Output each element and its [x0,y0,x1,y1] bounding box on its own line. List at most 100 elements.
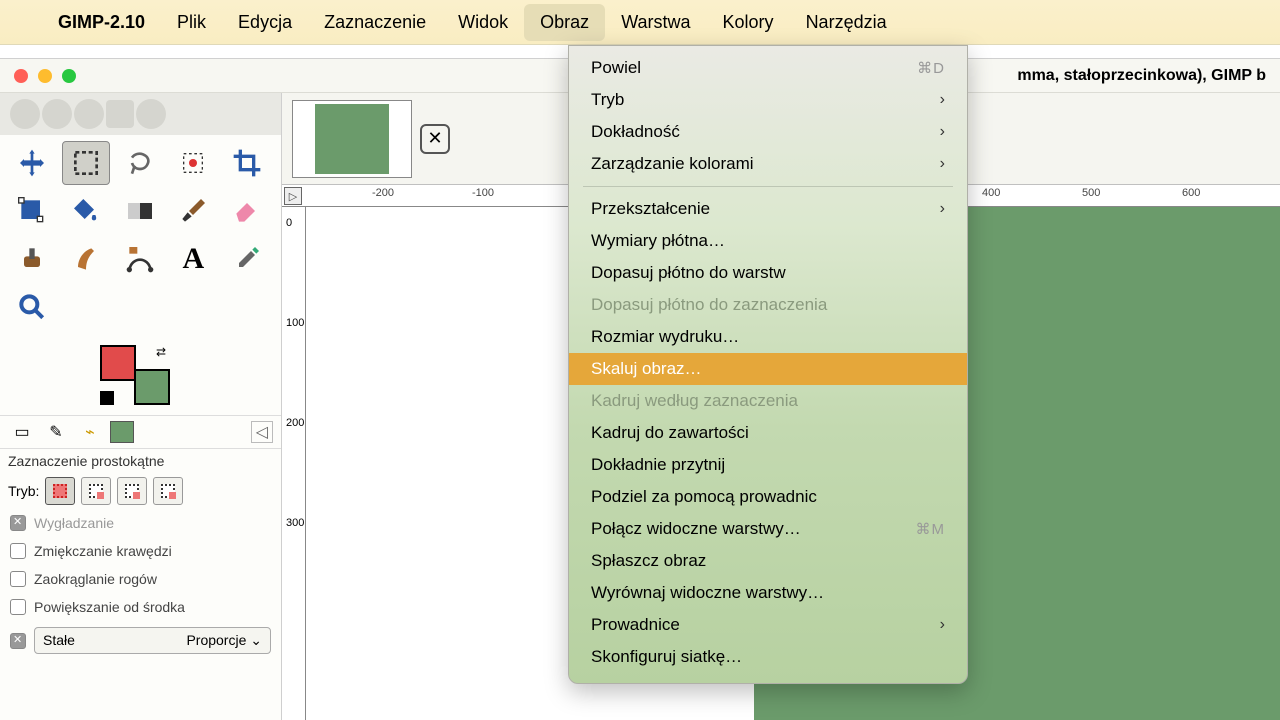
menu-item-dokladnosc[interactable]: Dokładność› [569,116,967,148]
chevron-right-icon: › [940,155,945,173]
menu-item-kadruj-zawartosci[interactable]: Kadruj do zawartości [569,417,967,449]
menu-kolory[interactable]: Kolory [707,4,790,41]
image-tab-thumbnail[interactable] [292,100,412,178]
tool-transform[interactable] [8,189,56,233]
tool-fuzzy-select[interactable] [169,141,217,185]
ruler-tick: 500 [1082,187,1100,199]
menu-widok[interactable]: Widok [442,4,524,41]
menu-edycja[interactable]: Edycja [222,4,308,41]
rounded-checkbox-row: Zaokrąglanie rogów [0,565,281,593]
feather-checkbox-row: Zmiękczanie krawędzi [0,537,281,565]
menu-item-dopasuj-plotno-warstw[interactable]: Dopasuj płótno do warstw [569,257,967,289]
vertical-ruler[interactable]: 0 100 200 300 [282,207,306,720]
aspect-select[interactable]: Stałe Proporcje ⌄ [34,627,271,654]
header-shape-icon [74,99,104,129]
minimize-window-button[interactable] [38,69,52,83]
menu-item-zarzadzanie-kolorami[interactable]: Zarządzanie kolorami› [569,148,967,180]
header-shape-icon [10,99,40,129]
color-swatches[interactable]: ⇄ [100,345,170,405]
tool-zoom[interactable] [8,285,56,329]
header-shape-icon [136,99,166,129]
menu-item-powiel[interactable]: Powiel⌘D [569,52,967,84]
expand-checkbox[interactable] [10,599,26,615]
menu-item-wymiary-plotna[interactable]: Wymiary płótna… [569,225,967,257]
menu-item-tryb[interactable]: Tryb› [569,84,967,116]
tool-options-title: Zaznaczenie prostokątne [0,448,281,473]
tool-gradient[interactable] [116,189,164,233]
ruler-origin-icon[interactable]: ▷ [284,187,302,205]
menu-item-splaszcz-obraz[interactable]: Spłaszcz obraz [569,545,967,577]
brush-icon[interactable]: ✎ [42,420,70,444]
tool-rect-select[interactable] [62,141,110,185]
menu-item-dopasuj-plotno-zaznaczenia: Dopasuj płótno do zaznaczenia [569,289,967,321]
antialias-checkbox-row: Wygładzanie [0,509,281,537]
header-shape-icon [106,100,134,128]
menu-zaznaczenie[interactable]: Zaznaczenie [308,4,442,41]
menu-item-wyrownaj-warstwy[interactable]: Wyrównaj widoczne warstwy… [569,577,967,609]
mode-replace-button[interactable] [45,477,75,505]
window-title-right: mma, stałoprzecinkowa), GIMP b [1017,67,1266,85]
header-shape-icon [42,99,72,129]
fixed-checkbox[interactable] [10,633,26,649]
tool-color-picker[interactable] [223,237,271,281]
antialias-label: Wygładzanie [34,515,114,531]
feather-checkbox[interactable] [10,543,26,559]
fixed-aspect-row: Stałe Proporcje ⌄ [0,621,281,660]
chevron-right-icon: › [940,123,945,141]
rounded-label: Zaokrąglanie rogów [34,571,157,587]
default-colors-icon[interactable] [100,391,114,405]
foreground-color-swatch[interactable] [100,345,136,381]
panel-collapse-icon[interactable]: ◁ [251,421,273,443]
tool-paintbrush[interactable] [169,189,217,233]
toolbox-header [0,93,281,135]
tool-path[interactable] [116,237,164,281]
ruler-tick: -200 [372,187,394,199]
chevron-right-icon: › [940,91,945,109]
pattern-icon[interactable]: ⌁ [76,420,104,444]
ruler-tick: 300 [286,517,304,529]
ruler-tick: 600 [1182,187,1200,199]
tool-text[interactable]: A [169,237,217,281]
ruler-tick: -100 [472,187,494,199]
tool-bucket-fill[interactable] [62,189,110,233]
mode-add-button[interactable] [81,477,111,505]
toolbox-panel: A ⇄ ▭ ✎ ⌁ ◁ Zaznaczenie prostokątne Tryb… [0,93,282,720]
tool-eraser[interactable] [223,189,271,233]
menu-item-polacz-warstwy[interactable]: Połącz widoczne warstwy…⌘M [569,513,967,545]
background-color-swatch[interactable] [134,369,170,405]
tool-clone[interactable] [8,237,56,281]
close-tab-icon[interactable]: ✕ [420,124,450,154]
menu-item-prowadnice[interactable]: Prowadnice› [569,609,967,641]
menu-item-podziel-prowadnic[interactable]: Podziel za pomocą prowadnic [569,481,967,513]
mode-subtract-button[interactable] [117,477,147,505]
active-color-icon[interactable] [110,421,134,443]
menu-item-przeksztalcenie[interactable]: Przekształcenie› [569,193,967,225]
tool-free-select[interactable] [116,141,164,185]
menu-item-rozmiar-wydruku[interactable]: Rozmiar wydruku… [569,321,967,353]
ruler-tick: 400 [982,187,1000,199]
mode-intersect-button[interactable] [153,477,183,505]
feather-label: Zmiękczanie krawędzi [34,543,172,559]
menu-item-skonfiguruj-siatke[interactable]: Skonfiguruj siatkę… [569,641,967,673]
antialias-checkbox[interactable] [10,515,26,531]
menu-item-dokladnie-przytnij[interactable]: Dokładnie przytnij [569,449,967,481]
app-name[interactable]: GIMP-2.10 [42,4,161,41]
menu-warstwa[interactable]: Warstwa [605,4,706,41]
menu-obraz[interactable]: Obraz [524,4,605,41]
toolbox-grid: A [0,135,281,335]
menu-plik[interactable]: Plik [161,4,222,41]
close-window-button[interactable] [14,69,28,83]
maximize-window-button[interactable] [62,69,76,83]
tool-move[interactable] [8,141,56,185]
preset-icon[interactable]: ▭ [8,420,36,444]
tool-smudge[interactable] [62,237,110,281]
rounded-checkbox[interactable] [10,571,26,587]
swap-colors-icon[interactable]: ⇄ [156,345,166,359]
tool-crop[interactable] [223,141,271,185]
menu-narzedzia[interactable]: Narzędzia [790,4,903,41]
menu-item-skaluj-obraz[interactable]: Skaluj obraz… [569,353,967,385]
chevron-right-icon: › [940,200,945,218]
mode-label: Tryb: [8,483,39,499]
expand-label: Powiększanie od środka [34,599,185,615]
selection-mode-row: Tryb: [0,473,281,509]
